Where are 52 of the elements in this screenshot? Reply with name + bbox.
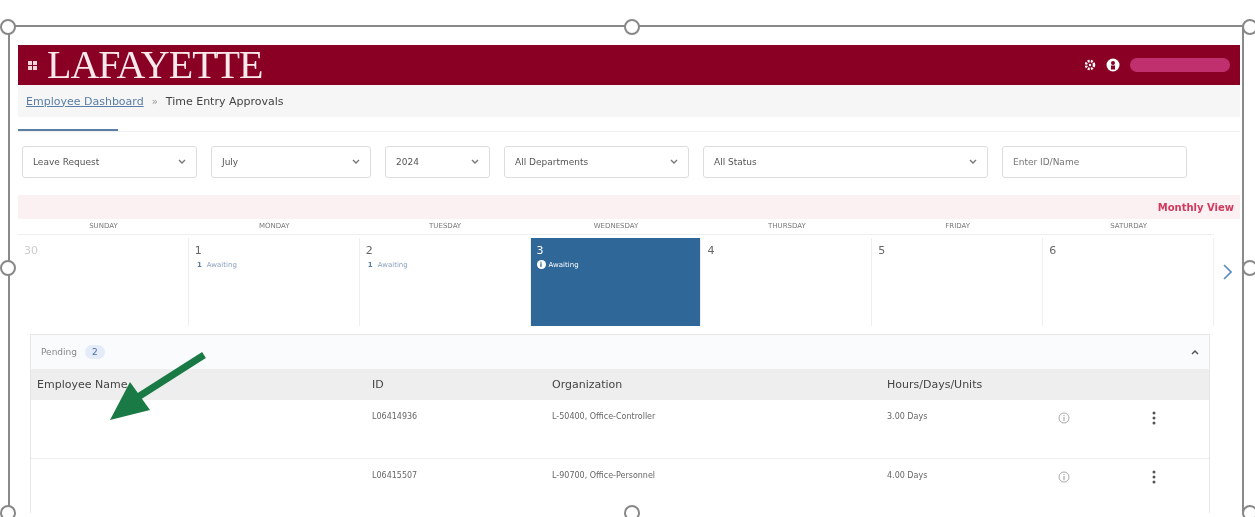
info-button[interactable] [1057,410,1071,426]
breadcrumb-separator: » [151,95,158,107]
chevron-down-icon [969,159,977,165]
chevron-down-icon [670,159,678,165]
more-icon [1152,411,1156,425]
filter-select[interactable]: July [211,146,371,178]
info-button[interactable] [1057,469,1071,485]
user-icon[interactable] [1106,58,1120,72]
filter-select[interactable]: Leave Request [22,146,197,178]
chevron-down-icon [352,159,360,165]
more-icon [1152,470,1156,484]
chevron-down-icon [471,159,479,165]
breadcrumb-current: Time Entry Approvals [165,94,284,108]
day-number: 3 [536,244,544,257]
pending-label: Pending [41,347,77,357]
day-number: 2 [365,244,373,257]
resize-handle[interactable] [1242,260,1255,276]
info-icon [1058,412,1070,424]
resize-handle[interactable] [1242,19,1255,35]
resize-handle[interactable] [624,19,640,35]
collapse-icon[interactable] [1191,349,1199,355]
logo: LAFAYETTE [47,45,263,85]
resize-handle[interactable] [0,19,16,35]
chevron-right-icon [1222,263,1232,280]
table-cell-text: 3.00 Days [887,411,929,421]
day-number: 1 [194,244,202,257]
filter-select[interactable]: 2024 [385,146,490,178]
pending-count: 2 [85,345,105,359]
breadcrumb-link[interactable]: Employee Dashboard [26,94,144,108]
monthly-view-link[interactable]: Monthly View [1157,201,1234,213]
search-field[interactable]: Enter ID/Name [1002,146,1187,178]
day-number: 4 [707,244,715,257]
day-number: 6 [1049,244,1057,257]
column-header: Employee Name [37,377,129,391]
resize-handle[interactable] [0,260,16,276]
chevron-down-icon [178,159,186,165]
column-header: Organization [552,377,624,391]
column-header: Hours/Days/Units [887,377,984,391]
resize-handle[interactable] [624,505,640,517]
grid-icon[interactable] [28,60,37,70]
table-cell-text: L06415507 [372,470,419,480]
table-cell-text: L06414936 [372,411,419,421]
day-number: 5 [878,244,886,257]
table-cell-text: 4.00 Days [887,470,929,480]
filter-select[interactable]: All Status [703,146,988,178]
table-cell-text: L-90700, Office-Personnel [552,470,657,480]
column-header: ID [372,377,385,391]
filter-select[interactable]: All Departments [504,146,689,178]
settings-icon[interactable] [1084,59,1096,71]
table-cell-text: L-50400, Office-Controller [552,411,657,421]
info-icon [1058,471,1070,483]
resize-handle[interactable] [0,505,16,517]
